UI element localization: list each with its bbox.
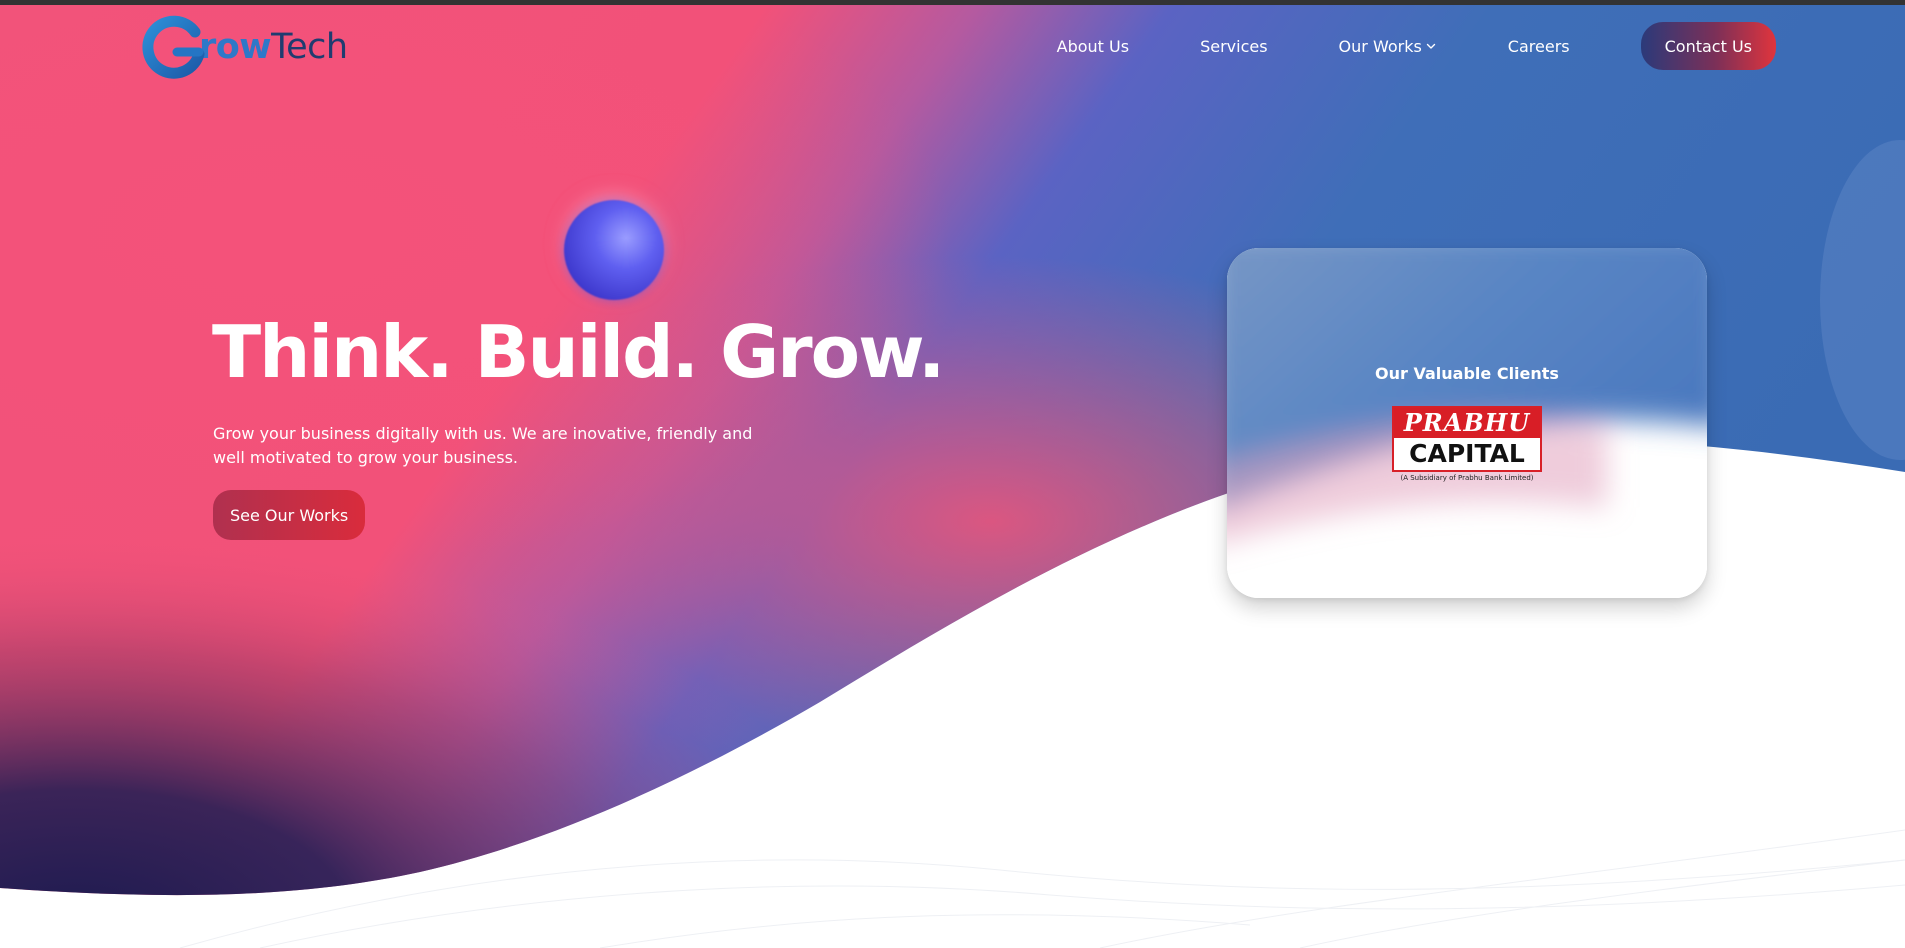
clients-card: Our Valuable Clients PRABHU CAPITAL (A S…	[1227, 248, 1707, 598]
logo-text-tech: Tech	[271, 26, 348, 67]
browser-top-strip	[0, 0, 1905, 5]
decorative-sphere	[564, 200, 664, 300]
nav-careers-label: Careers	[1507, 36, 1570, 56]
nav-services-label: Services	[1200, 36, 1268, 56]
growtech-logo[interactable]: rowTech	[141, 12, 371, 82]
chevron-down-icon	[1426, 43, 1435, 49]
prabhu-logo-top-text: PRABHU	[1394, 408, 1540, 438]
nav-about-us-label: About Us	[1056, 36, 1130, 56]
nav-careers[interactable]: Careers	[1508, 37, 1570, 56]
main-nav: About Us Services Our Works Careers Cont…	[1057, 22, 1776, 70]
contact-us-button[interactable]: Contact Us	[1640, 22, 1776, 70]
hero-subtitle: Grow your business digitally with us. We…	[213, 424, 753, 467]
nav-about-us[interactable]: About Us	[1057, 37, 1129, 56]
logo-g-icon	[142, 15, 205, 79]
nav-services[interactable]: Services	[1200, 37, 1267, 56]
logo-text-row: row	[199, 26, 272, 67]
see-our-works-button[interactable]: See Our Works	[213, 490, 366, 540]
prabhu-logo-bottom-text: CAPITAL	[1409, 439, 1525, 468]
logo-wordmark: rowTech	[199, 26, 348, 67]
hero-title: Think. Build. Grow.	[212, 310, 945, 394]
prabhu-capital-logo[interactable]: PRABHU CAPITAL (A Subsidiary of Prabhu B…	[1392, 406, 1542, 486]
clients-title: Our Valuable Clients	[1375, 364, 1559, 383]
prabhu-capital-logo-box: PRABHU CAPITAL	[1392, 406, 1542, 472]
nav-our-works[interactable]: Our Works	[1339, 37, 1437, 56]
landing-page: rowTech About Us Services Our Works Care…	[0, 0, 1905, 948]
nav-our-works-label: Our Works	[1338, 36, 1422, 56]
prabhu-logo-caption: (A Subsidiary of Prabhu Bank Limited)	[1400, 474, 1534, 482]
